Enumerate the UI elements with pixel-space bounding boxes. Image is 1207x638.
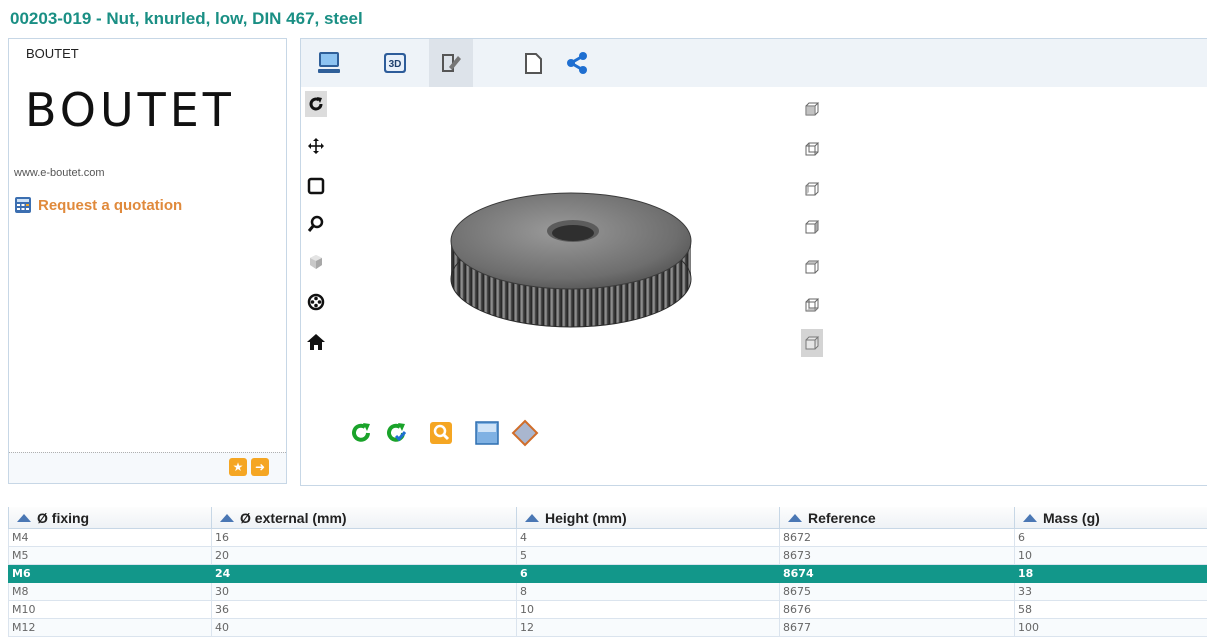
table-cell: 16: [211, 528, 517, 547]
table-cell: 30: [211, 582, 517, 601]
table-cell: 12: [516, 618, 780, 637]
view-top-icon[interactable]: [801, 253, 823, 281]
table-cell: M4: [8, 528, 212, 547]
column-header-external[interactable]: Ø external (mm): [211, 507, 517, 529]
table-cell: 24: [211, 564, 517, 583]
sort-ascending-icon: [525, 513, 539, 522]
supplier-website-link[interactable]: www.e-boutet.com: [14, 167, 104, 179]
blank-page-icon[interactable]: [511, 39, 555, 87]
request-quotation-link[interactable]: Request a quotation: [14, 196, 182, 214]
table-cell: M8: [8, 582, 212, 601]
film-reel-icon[interactable]: [305, 289, 327, 315]
sort-ascending-icon: [1023, 513, 1037, 522]
arrow-right-icon[interactable]: ➜: [251, 458, 269, 476]
3d-viewer: 3D: [300, 38, 1207, 486]
view-bottom-icon[interactable]: [801, 291, 823, 319]
sort-ascending-icon: [17, 513, 31, 522]
supplier-panel: BOUTET BOUTET www.e-boutet.com Request a…: [8, 38, 287, 484]
view-front-icon[interactable]: [801, 95, 823, 123]
table-cell: 18: [1014, 564, 1207, 583]
view-back-icon[interactable]: [801, 135, 823, 163]
table-row[interactable]: M4 16 4 8672 6: [8, 528, 1207, 547]
table-row[interactable]: M8 30 8 8675 33: [8, 582, 1207, 601]
home-icon[interactable]: [305, 329, 327, 355]
view-left-icon[interactable]: [801, 175, 823, 203]
svg-text:3D: 3D: [389, 59, 402, 70]
table-cell: 33: [1014, 582, 1207, 601]
rotate-green-icon[interactable]: [346, 417, 378, 449]
supplier-panel-footer: ★ ➜: [9, 452, 286, 483]
table-cell: 58: [1014, 600, 1207, 619]
monitor-icon[interactable]: [307, 39, 351, 87]
table-cell: 6: [516, 564, 780, 583]
pan-icon[interactable]: [305, 133, 327, 159]
request-quotation-label: Request a quotation: [38, 196, 183, 214]
table-header-row: Ø fixing Ø external (mm) Height (mm) Ref…: [8, 507, 1207, 529]
rotate-check-icon[interactable]: [381, 417, 413, 449]
table-cell: M6: [8, 564, 212, 583]
table-cell: 10: [1014, 546, 1207, 565]
table-cell: 40: [211, 618, 517, 637]
favorite-star-icon[interactable]: ★: [229, 458, 247, 476]
diamond-shape-icon[interactable]: [509, 417, 541, 449]
sort-ascending-icon: [220, 513, 234, 522]
knurled-nut-3d-model[interactable]: [441, 169, 701, 349]
table-cell: 20: [211, 546, 517, 565]
table-cell: 8672: [779, 528, 1015, 547]
table-cell: 8675: [779, 582, 1015, 601]
page-title: 00203-019 - Nut, knurled, low, DIN 467, …: [10, 9, 363, 28]
view-iso-icon[interactable]: [801, 329, 823, 357]
edit-document-icon[interactable]: [429, 39, 473, 87]
viewer-toolbar: 3D: [301, 39, 1207, 87]
background-color-icon[interactable]: [471, 417, 503, 449]
zoom-fit-icon[interactable]: [425, 417, 457, 449]
column-header-height[interactable]: Height (mm): [516, 507, 780, 529]
table-cell: 100: [1014, 618, 1207, 637]
calculator-icon: [14, 196, 32, 214]
table-cell: 8674: [779, 564, 1015, 583]
table-cell: M10: [8, 600, 212, 619]
table-cell: 8: [516, 582, 780, 601]
supplier-logo[interactable]: BOUTET: [25, 83, 235, 137]
table-cell: 8673: [779, 546, 1015, 565]
3d-icon[interactable]: 3D: [373, 39, 417, 87]
table-cell: 8677: [779, 618, 1015, 637]
table-cell: M5: [8, 546, 212, 565]
table-cell: M12: [8, 618, 212, 637]
table-row[interactable]: M12 40 12 8677 100: [8, 618, 1207, 637]
table-cell: 5: [516, 546, 780, 565]
column-header-reference[interactable]: Reference: [779, 507, 1015, 529]
share-icon[interactable]: [555, 39, 599, 87]
rotate-icon[interactable]: [305, 91, 327, 117]
table-row-selected[interactable]: M6 24 6 8674 18: [8, 564, 1207, 583]
variants-table: Ø fixing Ø external (mm) Height (mm) Ref…: [8, 507, 1207, 637]
table-row[interactable]: M5 20 5 8673 10: [8, 546, 1207, 565]
sort-ascending-icon: [788, 513, 802, 522]
table-cell: 36: [211, 600, 517, 619]
column-header-mass[interactable]: Mass (g): [1014, 507, 1207, 529]
cube-icon[interactable]: [305, 249, 327, 275]
table-cell: 8676: [779, 600, 1015, 619]
table-cell: 4: [516, 528, 780, 547]
zoom-icon[interactable]: [305, 211, 327, 237]
supplier-header: BOUTET: [26, 46, 79, 61]
view-right-icon[interactable]: [801, 213, 823, 241]
table-cell: 10: [516, 600, 780, 619]
table-row[interactable]: M10 36 10 8676 58: [8, 600, 1207, 619]
frame-icon[interactable]: [305, 173, 327, 199]
table-cell: 6: [1014, 528, 1207, 547]
column-header-fixing[interactable]: Ø fixing: [8, 507, 212, 529]
